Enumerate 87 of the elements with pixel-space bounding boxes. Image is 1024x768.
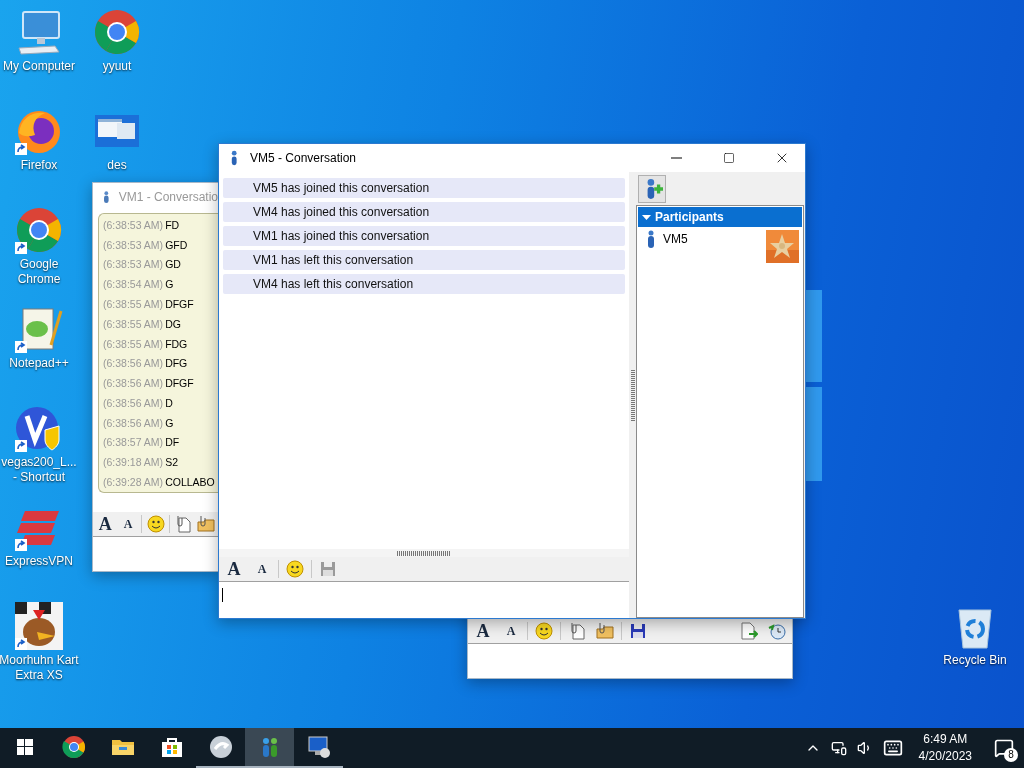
- keyboard-icon[interactable]: [882, 738, 903, 758]
- message-text: FDG: [165, 337, 188, 350]
- text-style-button[interactable]: A: [118, 513, 138, 535]
- notification-count: 8: [1004, 748, 1018, 762]
- message-text: G: [165, 278, 174, 291]
- message-time: (6:38:55 AM): [103, 317, 164, 330]
- message-time: (6:38:53 AM): [103, 218, 164, 231]
- event-message: VM5 has joined this conversation: [223, 178, 625, 198]
- message-text: DG: [165, 317, 181, 330]
- participant-name[interactable]: VM5: [663, 230, 758, 248]
- message-time: (6:38:55 AM): [103, 298, 164, 310]
- desktop-icon-label[interactable]: Recycle Bin: [935, 653, 1015, 668]
- smiley-button[interactable]: [532, 620, 556, 642]
- smiley-button[interactable]: [146, 513, 165, 535]
- network-icon[interactable]: [830, 740, 847, 756]
- event-message: VM1 has left this conversation: [223, 250, 625, 270]
- shortcut-arrow-icon: [15, 242, 27, 254]
- message-text: GD: [165, 258, 181, 271]
- section-header[interactable]: Participants: [638, 207, 802, 227]
- splitter-grip[interactable]: [397, 550, 451, 556]
- browser-logo-icon[interactable]: [15, 206, 63, 254]
- message-text: FD: [165, 218, 180, 231]
- message-time: (6:38:56 AM): [103, 416, 164, 429]
- event-message: VM1 has joined this conversation: [223, 226, 625, 246]
- paperclip-document-icon: [568, 622, 586, 640]
- paperclip-folder-icon: [596, 622, 614, 640]
- shortcut-arrow-icon: [15, 638, 27, 650]
- message-time: (6:38:57 AM): [103, 436, 164, 449]
- v-logo-icon[interactable]: [15, 404, 63, 452]
- font-button[interactable]: A: [96, 513, 115, 535]
- message-input-field[interactable]: [93, 537, 218, 571]
- message-text: D: [165, 396, 173, 409]
- message-text: GFD: [165, 238, 188, 251]
- bird-game-icon[interactable]: [15, 602, 63, 650]
- message-time: (6:38:54 AM): [103, 278, 164, 291]
- message-text: S2: [165, 456, 178, 469]
- shopping-bag-icon: [159, 735, 184, 759]
- font-button[interactable]: A: [471, 620, 495, 642]
- message-time: (6:38:56 AM): [103, 357, 164, 370]
- text-style-button[interactable]: A: [499, 620, 523, 642]
- window-title: VM1 - Conversatio: [118, 190, 218, 204]
- smiley-icon: [146, 515, 165, 533]
- shortcut-arrow-icon: [15, 539, 27, 551]
- attach-folder-button[interactable]: [593, 620, 617, 642]
- message-text: DF: [165, 436, 180, 449]
- computer-icon[interactable]: [15, 8, 63, 56]
- attach-folder-button[interactable]: [196, 513, 215, 535]
- message-time: (6:39:28 AM): [103, 476, 164, 489]
- smiley-button[interactable]: [283, 558, 307, 580]
- maximize-icon: [723, 152, 735, 164]
- smiley-icon: [535, 622, 553, 640]
- browser-logo-icon: [61, 735, 86, 759]
- paperclip-folder-icon: [196, 515, 215, 533]
- message-text: G: [165, 416, 174, 429]
- monitor-icon: [306, 735, 331, 759]
- message-input-field[interactable]: [468, 644, 792, 678]
- message-time: (6:39:18 AM): [103, 456, 164, 469]
- browser-logo-icon[interactable]: [93, 8, 141, 56]
- text-style-button[interactable]: A: [250, 558, 274, 580]
- document-arrow-icon: [740, 622, 758, 640]
- user-icon: [101, 189, 112, 205]
- message-time: (6:38:53 AM): [103, 238, 164, 251]
- shortcut-arrow-icon: [15, 341, 27, 353]
- section-title: Participants: [655, 210, 724, 224]
- message-text: DFGF: [165, 298, 194, 310]
- shortcut-arrow-icon: [15, 440, 27, 452]
- clock-date[interactable]: 4/20/2023: [918, 748, 972, 765]
- splitter-grip[interactable]: [630, 369, 635, 421]
- smiley-icon: [286, 560, 304, 578]
- message-time: (6:38:53 AM): [103, 258, 164, 271]
- message-time: (6:38:55 AM): [103, 337, 164, 350]
- message-text: DFG: [165, 357, 188, 370]
- event-message: VM4 has joined this conversation: [223, 202, 625, 222]
- window-title: VM5 - Conversation: [250, 151, 358, 165]
- message-text: COLLABO: [165, 476, 215, 489]
- message-time: (6:38:56 AM): [103, 396, 164, 409]
- minimize-icon: [670, 157, 682, 159]
- user-icon: [647, 230, 655, 248]
- caret-icon: [642, 212, 651, 222]
- message-time: (6:38:56 AM): [103, 377, 164, 390]
- notifications-button[interactable]: 8: [984, 728, 1024, 768]
- message-text: DFGF: [165, 377, 194, 390]
- clock-time[interactable]: 6:49 AM: [923, 731, 968, 748]
- event-message: VM4 has left this conversation: [223, 274, 625, 294]
- font-button[interactable]: A: [222, 558, 246, 580]
- windows-logo-icon: [16, 739, 33, 755]
- shortcut-arrow-icon: [15, 143, 27, 155]
